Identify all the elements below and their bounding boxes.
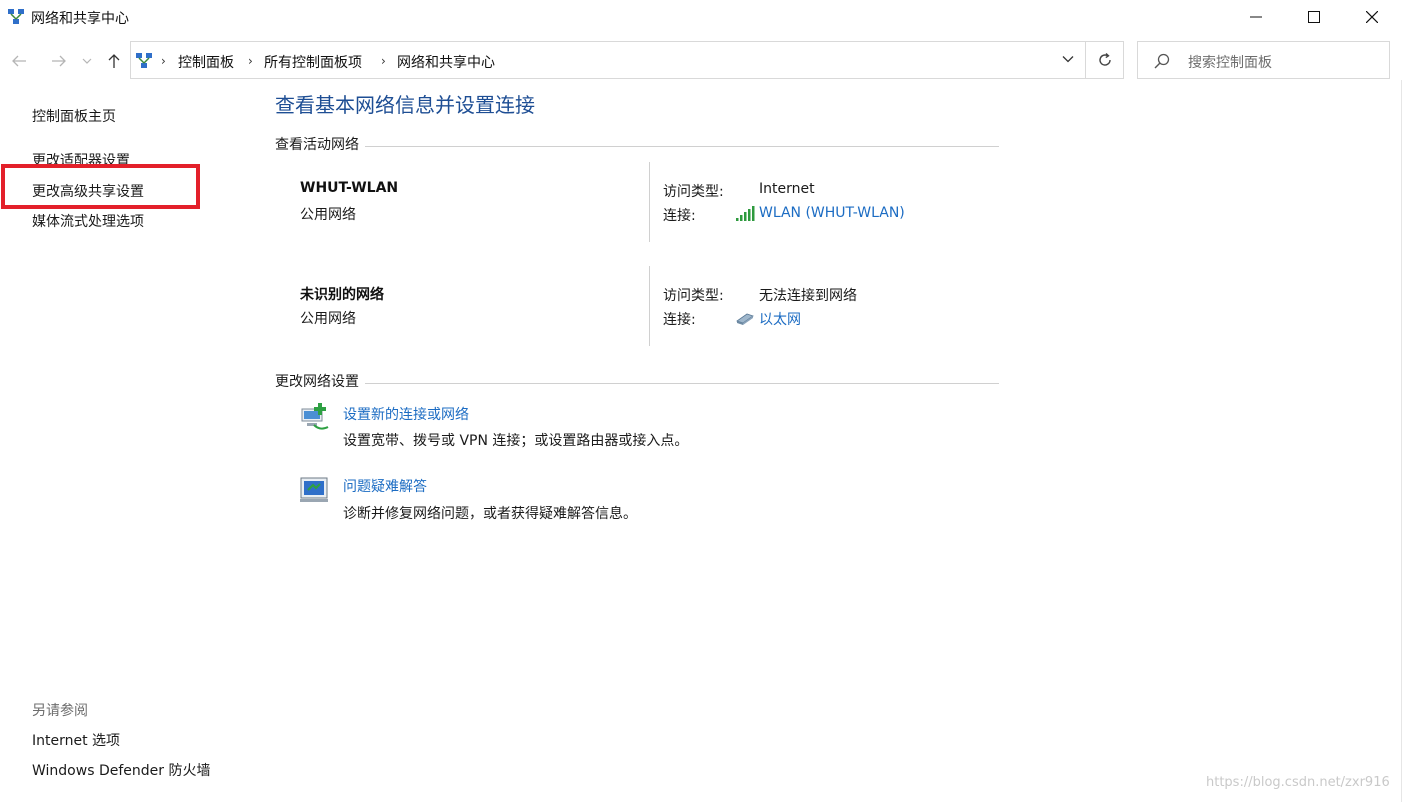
control-panel-home-link[interactable]: 控制面板主页 xyxy=(32,106,116,126)
ethernet-icon xyxy=(736,313,754,325)
network-divider xyxy=(649,162,650,242)
address-dropdown-button[interactable] xyxy=(1051,41,1084,77)
network-category-link[interactable]: 公用网络 xyxy=(300,308,356,328)
close-icon xyxy=(1366,11,1378,23)
windows-defender-firewall-link[interactable]: Windows Defender 防火墙 xyxy=(32,760,210,780)
address-bar[interactable]: › 控制面板 › 所有控制面板项 › 网络和共享中心 xyxy=(130,41,1086,79)
media-streaming-options-link[interactable]: 媒体流式处理选项 xyxy=(32,211,144,231)
control-panel-icon xyxy=(136,53,152,68)
troubleshoot-icon xyxy=(300,477,328,502)
network-center-icon xyxy=(8,9,24,24)
connection-label: 连接: xyxy=(663,208,696,224)
recent-locations-button[interactable] xyxy=(79,50,95,72)
watermark: https://blog.csdn.net/zxr916 xyxy=(1206,775,1390,790)
refresh-button[interactable] xyxy=(1086,41,1124,79)
window-edge xyxy=(1401,80,1402,802)
up-button[interactable] xyxy=(103,50,125,72)
minimize-icon xyxy=(1250,16,1262,18)
forward-button[interactable] xyxy=(48,50,70,72)
search-input[interactable]: 搜索控制面板 xyxy=(1137,41,1390,79)
chevron-down-icon xyxy=(82,58,92,64)
wlan-connection-link[interactable]: WLAN (WHUT-WLAN) xyxy=(759,205,905,221)
setup-new-connection-link[interactable]: 设置新的连接或网络 xyxy=(343,404,469,424)
window-title: 网络和共享中心 xyxy=(31,11,129,27)
close-button[interactable] xyxy=(1343,0,1401,34)
see-also-heading: 另请参阅 xyxy=(32,703,88,719)
breadcrumb-control-panel[interactable]: 控制面板 xyxy=(178,52,234,72)
highlight-box xyxy=(1,164,200,209)
section-divider xyxy=(275,146,999,147)
wifi-signal-icon xyxy=(736,206,755,221)
minimize-button[interactable] xyxy=(1227,0,1285,34)
troubleshoot-problems-description: 诊断并修复网络问题，或者获得疑难解答信息。 xyxy=(343,506,637,522)
network-category-link[interactable]: 公用网络 xyxy=(300,204,356,224)
chevron-down-icon xyxy=(1062,56,1073,63)
search-placeholder: 搜索控制面板 xyxy=(1188,55,1272,71)
connection-label: 连接: xyxy=(663,312,696,328)
arrow-up-icon xyxy=(108,54,120,68)
back-button[interactable] xyxy=(8,50,30,72)
network-name: 未识别的网络 xyxy=(300,287,384,303)
internet-options-link[interactable]: Internet 选项 xyxy=(32,730,120,750)
network-name: WHUT-WLAN xyxy=(300,180,399,196)
troubleshoot-problems-link[interactable]: 问题疑难解答 xyxy=(343,476,427,496)
breadcrumb-network-center[interactable]: 网络和共享中心 xyxy=(397,52,495,72)
change-network-settings-heading: 更改网络设置 xyxy=(275,371,365,391)
breadcrumb-all-items[interactable]: 所有控制面板项 xyxy=(264,52,362,72)
navigation-bar: › 控制面板 › 所有控制面板项 › 网络和共享中心 搜索控制面板 xyxy=(0,40,1407,80)
access-type-label: 访问类型: xyxy=(663,184,724,200)
new-connection-icon xyxy=(301,403,329,430)
network-divider xyxy=(649,266,650,346)
search-icon xyxy=(1154,53,1170,69)
page-title: 查看基本网络信息并设置连接 xyxy=(275,93,535,117)
maximize-button[interactable] xyxy=(1285,0,1343,34)
ethernet-connection-link[interactable]: 以太网 xyxy=(759,309,801,329)
access-type-label: 访问类型: xyxy=(663,288,724,304)
refresh-icon xyxy=(1098,52,1111,66)
arrow-right-icon xyxy=(52,55,66,67)
title-bar: 网络和共享中心 xyxy=(0,0,1407,34)
section-divider xyxy=(275,383,999,384)
access-type-value: 无法连接到网络 xyxy=(759,288,857,304)
breadcrumb-separator-icon[interactable]: › xyxy=(381,54,386,68)
breadcrumb-separator-icon[interactable]: › xyxy=(161,54,166,68)
setup-new-connection-description: 设置宽带、拨号或 VPN 连接；或设置路由器或接入点。 xyxy=(343,433,689,449)
active-networks-heading: 查看活动网络 xyxy=(275,134,365,154)
arrow-left-icon xyxy=(12,55,26,67)
access-type-value: Internet xyxy=(759,181,815,197)
maximize-icon xyxy=(1308,11,1320,23)
breadcrumb-separator-icon[interactable]: › xyxy=(248,54,253,68)
